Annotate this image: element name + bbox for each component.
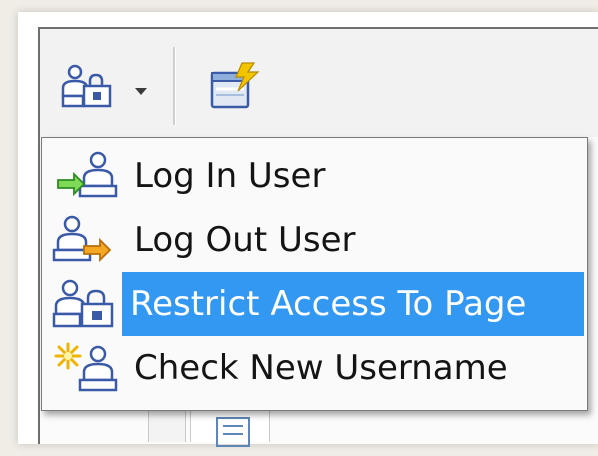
menu-item-label: Restrict Access To Page <box>122 272 584 336</box>
list-icon <box>216 417 250 447</box>
log-out-user-icon <box>52 215 112 263</box>
user-authentication-icon <box>61 64 112 108</box>
chevron-down-icon <box>135 88 147 95</box>
user-authentication-dropdown[interactable] <box>130 81 152 101</box>
restrict-access-icon <box>52 279 114 328</box>
menu-item-label: Log Out User <box>134 220 356 260</box>
menu-item-label: Log In User <box>134 156 326 196</box>
check-new-username-icon <box>54 342 118 392</box>
user-authentication-menu: Log In User Log Out User Restrict Access… <box>41 137 588 411</box>
menu-item-log-out-user[interactable]: Log Out User <box>48 208 580 272</box>
user-authentication-button[interactable] <box>60 62 112 110</box>
menu-item-label: Check New Username <box>134 348 508 388</box>
menu-item-log-in-user[interactable]: Log In User <box>48 144 580 208</box>
toolbar-separator <box>173 47 176 125</box>
insert-server-behavior-icon <box>210 62 260 109</box>
insert-server-behavior-button[interactable] <box>206 61 262 113</box>
menu-item-check-new-username[interactable]: Check New Username <box>48 336 580 400</box>
menu-item-restrict-access-to-page[interactable]: Restrict Access To Page <box>48 272 584 336</box>
toolbar <box>38 27 598 139</box>
log-in-user-icon <box>57 151 118 198</box>
